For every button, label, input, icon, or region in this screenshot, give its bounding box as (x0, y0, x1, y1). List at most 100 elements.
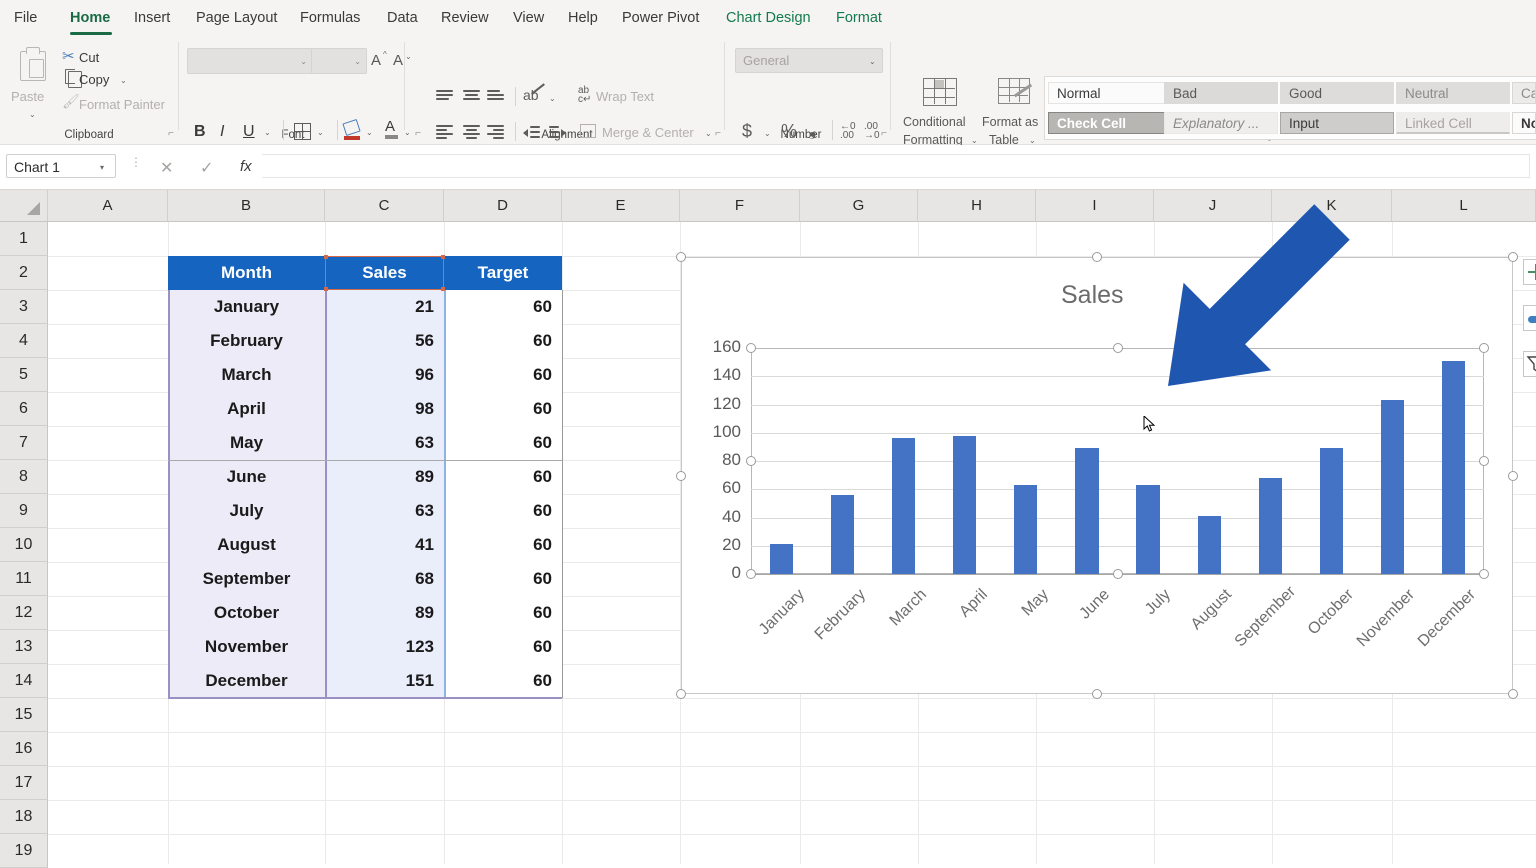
chart-bar[interactable] (953, 436, 976, 574)
currency-format-button[interactable]: $ (742, 122, 752, 140)
table-cell-sales[interactable]: 89 (325, 460, 444, 494)
row-header-15[interactable]: 15 (0, 698, 48, 732)
chart-title[interactable]: Sales (1061, 281, 1124, 310)
ribbon-tab-data[interactable]: Data (387, 6, 418, 30)
chart-bar[interactable] (1381, 400, 1404, 574)
column-header-L[interactable]: L (1392, 190, 1536, 222)
ribbon-tab-view[interactable]: View (513, 6, 544, 30)
chart-bar[interactable] (831, 495, 854, 574)
wrap-text-label[interactable]: Wrap Text (596, 90, 654, 103)
plot-area-resize-handle[interactable] (1113, 569, 1123, 579)
orientation-chevron-down-icon[interactable]: ⌄ (549, 94, 556, 103)
cancel-formula-icon[interactable]: ✕ (160, 158, 173, 178)
table-cell-sales[interactable]: 63 (325, 426, 444, 460)
chart-bar[interactable] (1136, 485, 1159, 574)
chart-resize-handle[interactable] (676, 252, 686, 262)
table-cell-target[interactable]: 60 (444, 426, 562, 460)
align-left-button[interactable] (436, 125, 453, 138)
formula-bar-grip[interactable]: ⋮ (130, 158, 142, 166)
increase-decimal-button[interactable]: ←0.00 (840, 122, 856, 140)
number-format-select[interactable]: General (735, 48, 883, 73)
format-painter-label[interactable]: Format Painter (79, 98, 165, 111)
format-as-table-chevron-down-icon[interactable]: ⌄ (1029, 136, 1036, 145)
font-size-input[interactable]: ⌄ (311, 48, 367, 74)
font-color-icon[interactable]: A (385, 120, 395, 134)
table-cell-month[interactable]: December (168, 664, 325, 698)
ribbon-tab-chart-design[interactable]: Chart Design (726, 6, 811, 30)
plot-area-resize-handle[interactable] (746, 456, 756, 466)
column-header-I[interactable]: I (1036, 190, 1154, 222)
chart-bar[interactable] (1198, 516, 1221, 574)
ribbon-tab-home[interactable]: Home (70, 6, 110, 30)
percent-format-button[interactable]: % (781, 122, 797, 140)
cut-icon[interactable]: ✂ (62, 47, 75, 65)
column-header-D[interactable]: D (444, 190, 562, 222)
chart-elements-button[interactable] (1523, 259, 1536, 285)
chart-styles-button[interactable] (1523, 305, 1536, 331)
row-header-4[interactable]: 4 (0, 324, 48, 358)
chart-bar[interactable] (1014, 485, 1037, 574)
table-cell-month[interactable]: July (168, 494, 325, 528)
number-format-chevron-down-icon[interactable]: ⌄ (869, 57, 876, 66)
chart-resize-handle[interactable] (1092, 689, 1102, 699)
table-cell-month[interactable]: September (168, 562, 325, 596)
merge-center-icon[interactable] (580, 124, 596, 138)
underline-button[interactable]: U (243, 124, 255, 140)
copy-label[interactable]: Copy (79, 73, 109, 86)
table-cell-sales[interactable]: 56 (325, 324, 444, 358)
align-center-button[interactable] (463, 125, 480, 138)
column-header-C[interactable]: C (325, 190, 444, 222)
table-cell-target[interactable]: 60 (444, 528, 562, 562)
table-cell-month[interactable]: October (168, 596, 325, 630)
table-cell-target[interactable]: 60 (444, 596, 562, 630)
cut-label[interactable]: Cut (79, 51, 99, 64)
chart-bar[interactable] (1075, 448, 1098, 574)
cell-style-check-cell[interactable]: Check Cell (1048, 112, 1165, 134)
chart-filters-button[interactable] (1523, 351, 1536, 377)
row-header-11[interactable]: 11 (0, 562, 48, 596)
table-cell-sales[interactable]: 21 (325, 290, 444, 324)
table-header-sales[interactable]: Sales (325, 256, 444, 290)
chart-bar[interactable] (1259, 478, 1282, 574)
chart-bar[interactable] (1442, 361, 1465, 574)
row-header-1[interactable]: 1 (0, 222, 48, 256)
table-cell-month[interactable]: November (168, 630, 325, 664)
decrease-decimal-button[interactable]: .00→0 (864, 122, 880, 140)
dialog-launcher-icon[interactable]: ⌐ (412, 128, 424, 140)
table-cell-target[interactable]: 60 (444, 664, 562, 698)
table-cell-target[interactable]: 60 (444, 290, 562, 324)
align-top-button[interactable] (436, 90, 453, 103)
chart-resize-handle[interactable] (1508, 252, 1518, 262)
font-size-chevron-down-icon[interactable]: ⌄ (354, 57, 361, 66)
row-header-16[interactable]: 16 (0, 732, 48, 766)
cell-style-bad[interactable]: Bad (1164, 82, 1278, 104)
table-cell-sales[interactable]: 96 (325, 358, 444, 392)
plot-area-resize-handle[interactable] (1113, 343, 1123, 353)
chart-resize-handle[interactable] (1092, 252, 1102, 262)
table-cell-sales[interactable]: 63 (325, 494, 444, 528)
align-bottom-button[interactable] (487, 90, 504, 103)
bold-button[interactable]: B (194, 124, 206, 140)
column-header-H[interactable]: H (918, 190, 1036, 222)
paste-icon[interactable] (20, 51, 46, 81)
row-header-13[interactable]: 13 (0, 630, 48, 664)
table-cell-month[interactable]: June (168, 460, 325, 494)
table-cell-month[interactable]: January (168, 290, 325, 324)
row-header-5[interactable]: 5 (0, 358, 48, 392)
column-header-F[interactable]: F (680, 190, 800, 222)
cell-style-normal[interactable]: Normal (1048, 82, 1165, 104)
row-header-9[interactable]: 9 (0, 494, 48, 528)
ribbon-tab-page-layout[interactable]: Page Layout (196, 6, 277, 30)
cell-style-explanatory[interactable]: Explanatory ... (1164, 112, 1278, 134)
table-cell-target[interactable]: 60 (444, 358, 562, 392)
chart-resize-handle[interactable] (1508, 471, 1518, 481)
shrink-font-icon[interactable]: A (393, 53, 403, 68)
conditional-formatting-icon[interactable] (923, 78, 957, 106)
table-cell-sales[interactable]: 151 (325, 664, 444, 698)
column-header-J[interactable]: J (1154, 190, 1272, 222)
row-header-12[interactable]: 12 (0, 596, 48, 630)
cell-style-neutral[interactable]: Neutral (1396, 82, 1510, 104)
table-cell-target[interactable]: 60 (444, 562, 562, 596)
plot-area-resize-handle[interactable] (746, 569, 756, 579)
merge-center-chevron-down-icon[interactable]: ⌄ (705, 129, 712, 138)
